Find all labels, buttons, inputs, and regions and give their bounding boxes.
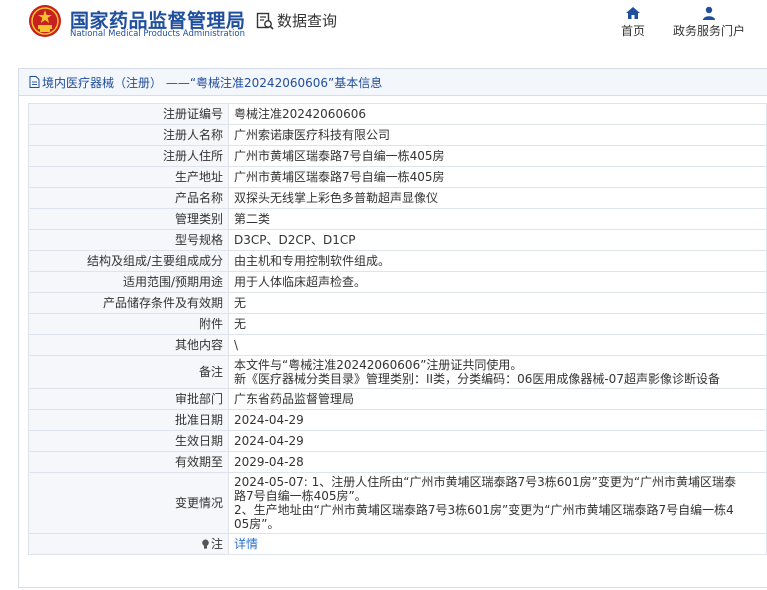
row-value: 2024-04-29 (228, 409, 767, 431)
nav-home-link[interactable]: 首页 (619, 6, 647, 39)
table-row: 审批部门 广东省药品监督管理局 (28, 388, 767, 410)
changes-line: 2024-05-07: 1、注册人住所由“广州市黄埔区瑞泰路7号3栋601房”变… (234, 475, 737, 489)
home-icon (626, 7, 640, 19)
row-value: 粤械注准20242060606 (228, 103, 767, 125)
table-row-note: 注 详情 (28, 533, 767, 555)
data-search-icon (256, 12, 274, 30)
row-label: 结构及组成/主要组成成分 (28, 250, 229, 272)
table-row-changes: 变更情况 2024-05-07: 1、注册人住所由“广州市黄埔区瑞泰路7号3栋6… (28, 472, 767, 534)
table-row: 结构及组成/主要组成成分 由主机和专用控制软件组成。 (28, 250, 767, 272)
row-value: D3CP、D2CP、D1CP (228, 229, 767, 251)
table-row: 附件无 (28, 313, 767, 335)
row-label: 生效日期 (28, 430, 229, 452)
row-label: 其他内容 (28, 334, 229, 356)
row-value: 用于人体临床超声检查。 (228, 271, 767, 293)
page-title: 境内医疗器械（注册） ——“粤械注准20242060606”基本信息 (42, 75, 383, 90)
row-value: 广东省药品监督管理局 (228, 388, 767, 410)
row-label: 产品储存条件及有效期 (28, 292, 229, 314)
table-row: 产品名称 双探头无线掌上彩色多普勒超声显像仪 (28, 187, 767, 209)
row-value: 2024-04-29 (228, 430, 767, 452)
row-label: 附件 (28, 313, 229, 335)
row-label: 注册人住所 (28, 145, 229, 167)
document-icon (29, 76, 40, 88)
table-row: 适用范围/预期用途 用于人体临床超声检查。 (28, 271, 767, 293)
nav-home-label: 首页 (620, 24, 645, 38)
row-label: 有效期至 (28, 451, 229, 473)
data-query-title[interactable]: 数据查询 (256, 10, 337, 31)
data-query-label: 数据查询 (277, 12, 338, 30)
user-icon (703, 6, 715, 20)
table-row: 批准日期 2024-04-29 (28, 409, 767, 431)
note-label: 注 (210, 537, 223, 551)
table-row: 型号规格 D3CP、D2CP、D1CP (28, 229, 767, 251)
table-row-remark: 备注 本文件与“粤械注准20242060606”注册证共同使用。 新《医疗器械分… (28, 355, 767, 389)
national-emblem-icon (29, 5, 61, 37)
row-value: 双探头无线掌上彩色多普勒超声显像仪 (228, 187, 767, 209)
note-label-cell: 注 (28, 533, 229, 555)
changes-line: 路7号自编一栋405房”。 (234, 489, 367, 503)
changes-line: 2、生产地址由“广州市黄埔区瑞泰路7号3栋601房”变更为“广州市黄埔区瑞泰路7… (234, 503, 734, 517)
row-label: 适用范围/预期用途 (28, 271, 229, 293)
row-value: 第二类 (228, 208, 767, 230)
table-row: 其他内容 \ (28, 334, 767, 356)
page-title-bar: 境内医疗器械（注册） ——“粤械注准20242060606”基本信息 (19, 69, 767, 96)
row-label: 审批部门 (28, 388, 229, 410)
remark-label: 备注 (28, 355, 229, 389)
changes-value: 2024-05-07: 1、注册人住所由“广州市黄埔区瑞泰路7号3栋601房”变… (228, 472, 767, 534)
registration-info-table: 注册证编号 粤械注准20242060606 注册人名称 广州索诺康医疗科技有限公司 … (28, 103, 767, 555)
row-label: 注册人名称 (28, 124, 229, 146)
nav-portal-label: 政务服务门户 (672, 24, 745, 38)
row-label: 生产地址 (28, 166, 229, 188)
table-row: 有效期至 2029-04-28 (28, 451, 767, 473)
row-label: 产品名称 (28, 187, 229, 209)
table-row: 注册证编号 粤械注准20242060606 (28, 103, 767, 125)
changes-label: 变更情况 (28, 472, 229, 534)
table-row: 注册人住所 广州市黄埔区瑞泰路7号自编一栋405房 (28, 145, 767, 167)
table-row: 管理类别 第二类 (28, 208, 767, 230)
row-value: 无 (228, 292, 767, 314)
row-value: 广州市黄埔区瑞泰路7号自编一栋405房 (228, 166, 767, 188)
remark-line: 本文件与“粤械注准20242060606”注册证共同使用。 (234, 358, 523, 372)
details-link[interactable]: 详情 (234, 537, 258, 551)
table-row: 生产地址 广州市黄埔区瑞泰路7号自编一栋405房 (28, 166, 767, 188)
row-value: 由主机和专用控制软件组成。 (228, 250, 767, 272)
row-label: 管理类别 (28, 208, 229, 230)
row-label: 注册证编号 (28, 103, 229, 125)
table-row: 产品储存条件及有效期无 (28, 292, 767, 314)
site-header: 国家药品监督管理局 National Medical Products Admi… (0, 0, 767, 52)
remark-line: 新《医疗器械分类目录》管理类别：II类，分类编码：06医用成像器械-07超声影像… (234, 372, 720, 386)
row-value: 无 (228, 313, 767, 335)
row-value: 2029-04-28 (228, 451, 767, 473)
nav-portal-link[interactable]: 政务服务门户 (670, 6, 748, 39)
row-label: 型号规格 (28, 229, 229, 251)
row-value: 广州索诺康医疗科技有限公司 (228, 124, 767, 146)
table-row: 生效日期 2024-04-29 (28, 430, 767, 452)
changes-line: 05房”。 (234, 517, 280, 531)
table-row: 注册人名称 广州索诺康医疗科技有限公司 (28, 124, 767, 146)
row-value: 广州市黄埔区瑞泰路7号自编一栋405房 (228, 145, 767, 167)
row-label: 批准日期 (28, 409, 229, 431)
lightbulb-icon (202, 539, 209, 549)
org-name-en: National Medical Products Administration (70, 29, 245, 39)
note-value: 详情 (228, 533, 767, 555)
row-value: \ (228, 334, 767, 356)
remark-value: 本文件与“粤械注准20242060606”注册证共同使用。 新《医疗器械分类目录… (228, 355, 767, 389)
